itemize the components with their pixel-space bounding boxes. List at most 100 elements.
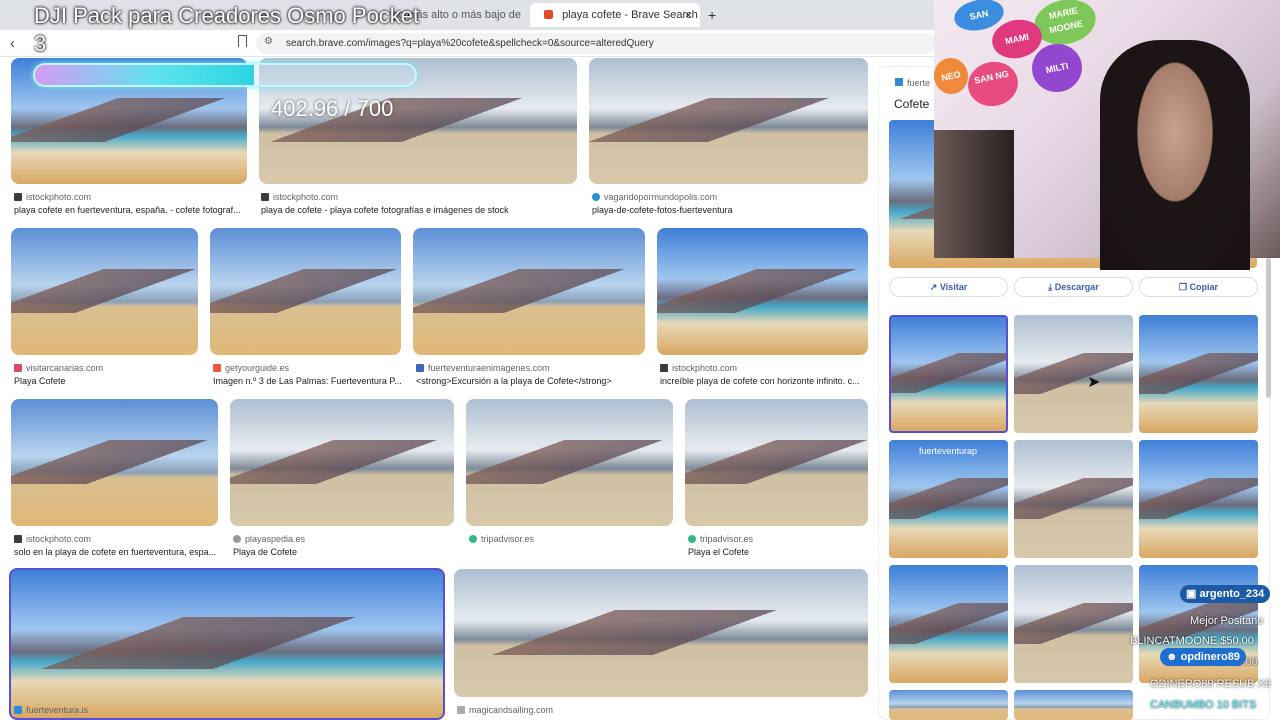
source-label: istockphoto.com [26,534,92,544]
stream-goal-progress-fill [35,65,254,85]
related-image[interactable] [1139,440,1258,558]
external-link-icon: ↗ [929,282,940,292]
image-result[interactable] [413,228,645,355]
result-source[interactable]: getyourguide.es [213,363,289,373]
result-caption[interactable]: increíble playa de cofete con horizonte … [660,376,866,386]
result-caption[interactable]: Playa de Cofete [233,547,453,557]
copy-icon: ❐ [1178,282,1190,292]
site-favicon-icon [14,193,22,201]
alert-donor-name: BLINCATMOONE [1130,635,1218,647]
source-label: istockphoto.com [273,192,339,202]
related-image[interactable]: fuerteventurap [889,440,1008,558]
download-label: Descargar [1054,282,1099,292]
chair [934,130,1014,258]
result-source[interactable]: playaspedia.es [233,534,305,544]
source-label: vagandopormundopolis.com [604,192,718,202]
alert-label1: Mejor Positano [1190,615,1264,627]
site-favicon-icon [895,78,903,86]
alert-user1: ▣ argento_234 [1180,585,1271,603]
site-favicon-icon [469,535,477,543]
alert-donor-amount: $50.00 [1220,635,1254,647]
site-favicon-icon [213,364,221,372]
alert-bits: CANBUMBO 10 BITS [1150,699,1257,711]
related-image[interactable] [1014,690,1133,720]
source-label: istockphoto.com [26,192,92,202]
preview-title: Cofete [894,97,930,111]
new-tab-button[interactable]: + [708,3,728,27]
copy-label: Copiar [1189,282,1219,292]
stream-goal-progress-text: 402.96 / 700 [271,96,394,121]
result-caption[interactable]: solo en la playa de cofete en fuertevent… [14,547,218,557]
image-result[interactable] [11,399,218,526]
related-image[interactable] [1014,565,1133,683]
result-source[interactable]: fuerteventura.is [14,705,88,715]
result-source[interactable]: magicandsailing.com [457,705,553,715]
site-favicon-icon [261,193,269,201]
alert-user2-label: opdinero89 [1180,651,1240,663]
site-favicon-icon [14,535,22,543]
related-image-selected[interactable] [889,315,1008,433]
source-label: magicandsailing.com [469,705,554,715]
site-favicon-icon [457,706,465,714]
image-result[interactable] [230,399,454,526]
image-result[interactable] [454,569,868,697]
mouse-cursor-icon: ➤ [1087,374,1101,391]
source-label: tripadvisor.es [481,534,535,544]
back-arrow-icon[interactable]: ‹ [10,35,15,52]
site-favicon-icon [233,535,241,543]
result-caption[interactable]: playa-de-cofete-fotos-fuerteventura [592,205,868,215]
site-favicon-icon [14,364,22,372]
user-icon: ☻ [1166,651,1181,663]
related-image[interactable] [1014,440,1133,558]
preview-source-label: fuerte [907,78,931,88]
alert-user2: ☻ opdinero89 [1160,648,1246,666]
source-label: getyourguide.es [225,363,290,373]
scrollbar[interactable] [1266,258,1271,398]
result-source[interactable]: istockphoto.com [14,534,91,544]
image-result[interactable] [11,228,198,355]
image-result-selected[interactable] [9,568,445,720]
result-source[interactable]: tripadvisor.es [469,534,534,544]
result-source[interactable]: istockphoto.com [261,192,338,202]
site-favicon-icon [416,364,424,372]
result-caption[interactable]: Playa el Cofete [688,547,868,557]
image-result[interactable] [657,228,868,355]
result-source[interactable]: visitarcanarias.com [14,363,103,373]
site-favicon-icon [660,364,668,372]
site-favicon-icon [592,193,600,201]
preview-source[interactable]: fuerte [895,78,930,88]
related-image[interactable] [889,565,1008,683]
alert-user1-label: argento_234 [1199,588,1265,600]
result-caption[interactable]: playa de cofete - playa cofete fotografí… [261,205,577,215]
result-caption[interactable]: Playa Cofete [14,376,199,386]
related-image[interactable] [1139,315,1258,433]
result-caption[interactable]: playa cofete en fuerteventura, españa. -… [14,205,249,215]
download-button[interactable]: ⤓ Descargar [1014,277,1133,297]
result-source[interactable]: tripadvisor.es [688,534,753,544]
image-result[interactable] [589,58,868,184]
result-caption[interactable]: <strong>Excursión a la playa de Cofete</… [416,376,645,386]
source-label: playaspedia.es [245,534,306,544]
cam-heart-sticker: NEO [934,54,972,98]
result-caption[interactable]: Imagen n.º 3 de Las Palmas: Fuerteventur… [213,376,401,386]
result-source[interactable]: vagandopormundopolis.com [592,192,717,202]
image-result[interactable] [210,228,401,355]
site-favicon-icon [688,535,696,543]
visit-button[interactable]: ↗ Visitar [889,277,1008,297]
brave-icon [544,10,553,19]
gift-icon: ▣ [1186,588,1200,600]
close-tab-icon[interactable]: × [685,3,692,27]
related-image[interactable] [889,690,1008,720]
source-label: tripadvisor.es [700,534,754,544]
result-source[interactable]: istockphoto.com [660,363,737,373]
result-source[interactable]: fuerteventuraenimagenes.com [416,363,550,373]
watermark-label: fuerteventurap [919,446,978,456]
related-image[interactable] [1014,315,1133,433]
visit-label: Visitar [939,282,968,292]
result-source[interactable]: istockphoto.com [14,192,91,202]
image-result[interactable] [466,399,673,526]
tab-active[interactable]: playa cofete - Brave Search × [530,3,700,27]
image-result[interactable] [685,399,868,526]
copy-button[interactable]: ❐ Copiar [1139,277,1258,297]
tab-active-label: playa cofete - Brave Search [562,9,698,21]
